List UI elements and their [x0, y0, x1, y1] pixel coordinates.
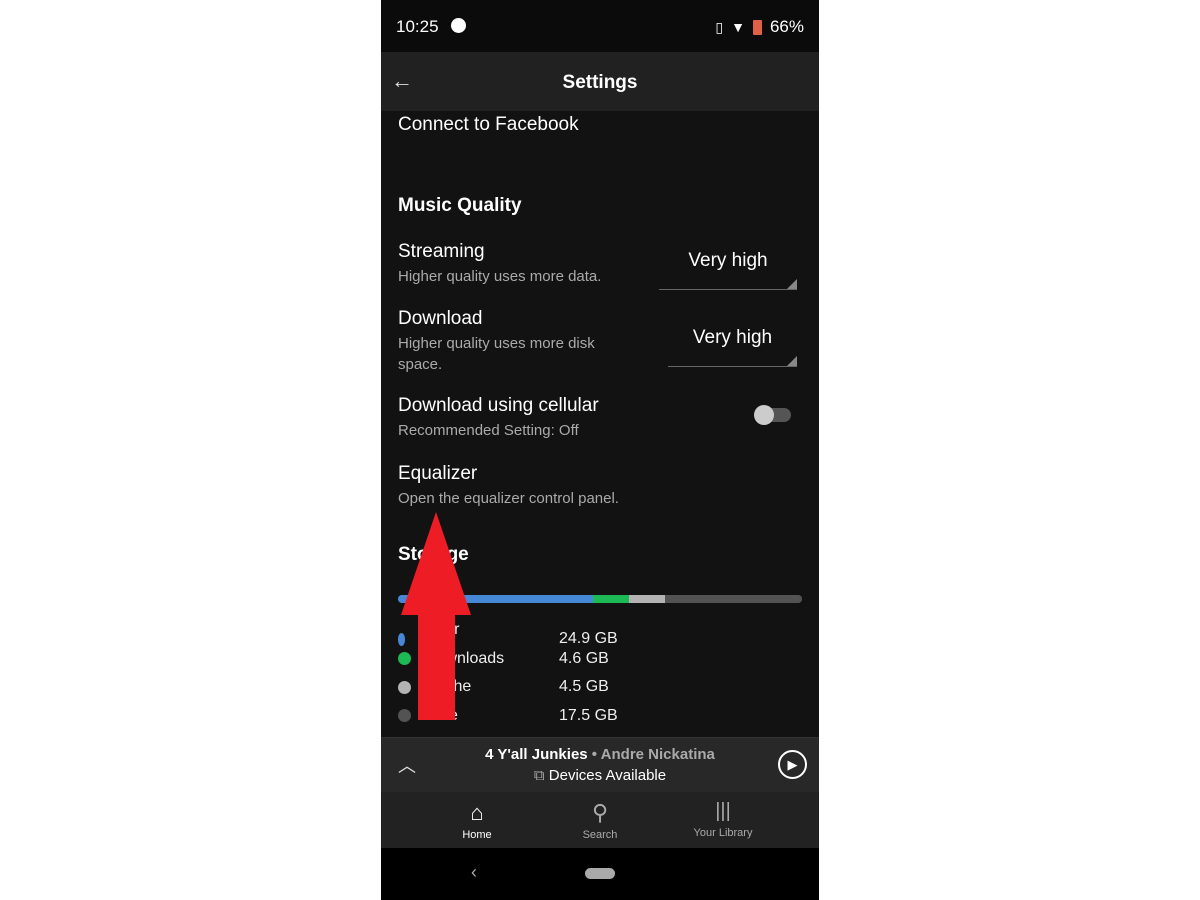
red-up-arrow: [401, 512, 471, 720]
annotation-arrow: [401, 512, 471, 720]
